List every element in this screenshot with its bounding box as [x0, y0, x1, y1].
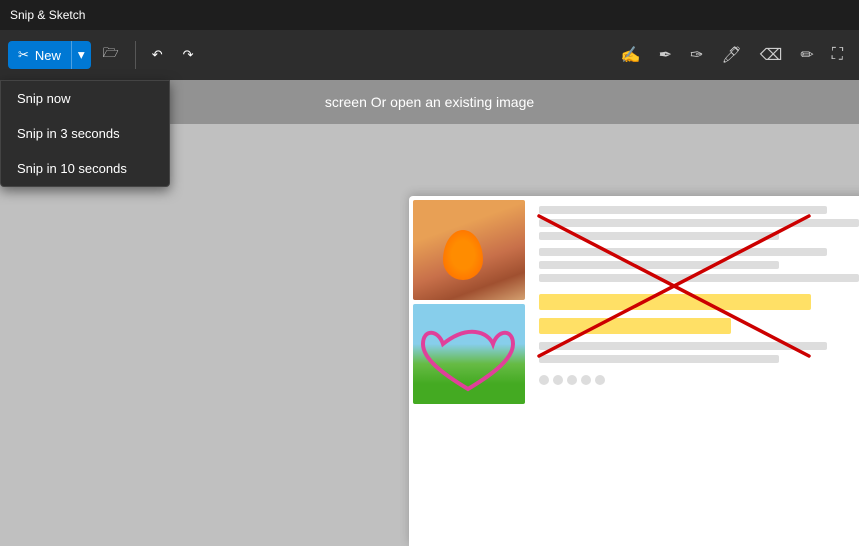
content-line-4 — [539, 248, 827, 256]
open-button[interactable]: 🗁 — [95, 38, 127, 72]
highlighter-button[interactable]: 🖊 — [713, 39, 749, 71]
title-bar: Snip & Sketch — [0, 0, 859, 30]
preview-thumbnails — [409, 196, 529, 546]
new-button-label: New — [35, 48, 61, 63]
dot-4 — [581, 375, 591, 385]
thumbnail-balloon — [413, 200, 525, 300]
snip-10-seconds-item[interactable]: Snip in 10 seconds — [1, 151, 169, 186]
crop-button[interactable]: ⛶ — [824, 40, 851, 70]
content-line-5 — [539, 261, 779, 269]
highlighter-icon: 🖊 — [721, 45, 741, 65]
dot-1 — [539, 375, 549, 385]
ballpoint-icon: ✒ — [659, 45, 672, 65]
folder-icon: 🗁 — [103, 44, 119, 66]
chevron-down-icon: ▾ — [78, 47, 85, 63]
crop-icon: ⛶ — [832, 46, 843, 64]
toolbar-separator-1 — [135, 41, 136, 69]
new-dropdown-button[interactable]: ▾ — [71, 41, 91, 69]
app-title: Snip & Sketch — [10, 8, 85, 22]
content-line-7 — [539, 342, 827, 350]
toolbar: ✂ New ▾ Snip now Snip in 3 seconds Snip … — [0, 30, 859, 80]
snip-3-seconds-item[interactable]: Snip in 3 seconds — [1, 116, 169, 151]
heart-drawing — [413, 304, 525, 404]
content-line-2 — [539, 219, 859, 227]
touch-write-icon: ✍ — [621, 45, 641, 65]
ballpoint-button[interactable]: ✒ — [651, 39, 680, 71]
content-line-8 — [539, 355, 779, 363]
content-line-6 — [539, 274, 859, 282]
pencil-button[interactable]: ✏ — [792, 39, 821, 71]
eraser-icon: ⌫ — [760, 45, 783, 65]
eraser-button[interactable]: ⌫ — [752, 39, 791, 71]
redo-button[interactable]: ↷ — [175, 41, 202, 69]
dots-row — [539, 375, 859, 385]
preview-content-lines — [529, 196, 859, 546]
pencil-icon: ✏ — [800, 45, 813, 65]
preview-area — [409, 196, 859, 546]
new-button-group: ✂ New ▾ — [8, 41, 91, 69]
redo-icon: ↷ — [183, 47, 194, 63]
dot-5 — [595, 375, 605, 385]
undo-button[interactable]: ↶ — [144, 41, 171, 69]
calligraphy-button[interactable]: ✑ — [682, 39, 711, 71]
new-button[interactable]: ✂ New — [8, 41, 71, 69]
undo-icon: ↶ — [152, 47, 163, 63]
highlight-2 — [539, 318, 731, 334]
dot-2 — [553, 375, 563, 385]
snip-now-item[interactable]: Snip now — [1, 81, 169, 116]
new-dropdown-menu: Snip now Snip in 3 seconds Snip in 10 se… — [0, 80, 170, 187]
toolbar-right: ✍ ✒ ✑ 🖊 ⌫ ✏ ⛶ — [613, 39, 851, 71]
content-line-1 — [539, 206, 827, 214]
highlight-1 — [539, 294, 811, 310]
touch-write-button[interactable]: ✍ — [613, 39, 649, 71]
dot-3 — [567, 375, 577, 385]
hint-text: screen Or open an existing image — [325, 94, 534, 110]
scissors-icon: ✂ — [18, 47, 29, 63]
thumbnail-forest — [413, 304, 525, 404]
calligraphy-icon: ✑ — [690, 45, 703, 65]
content-line-3 — [539, 232, 779, 240]
